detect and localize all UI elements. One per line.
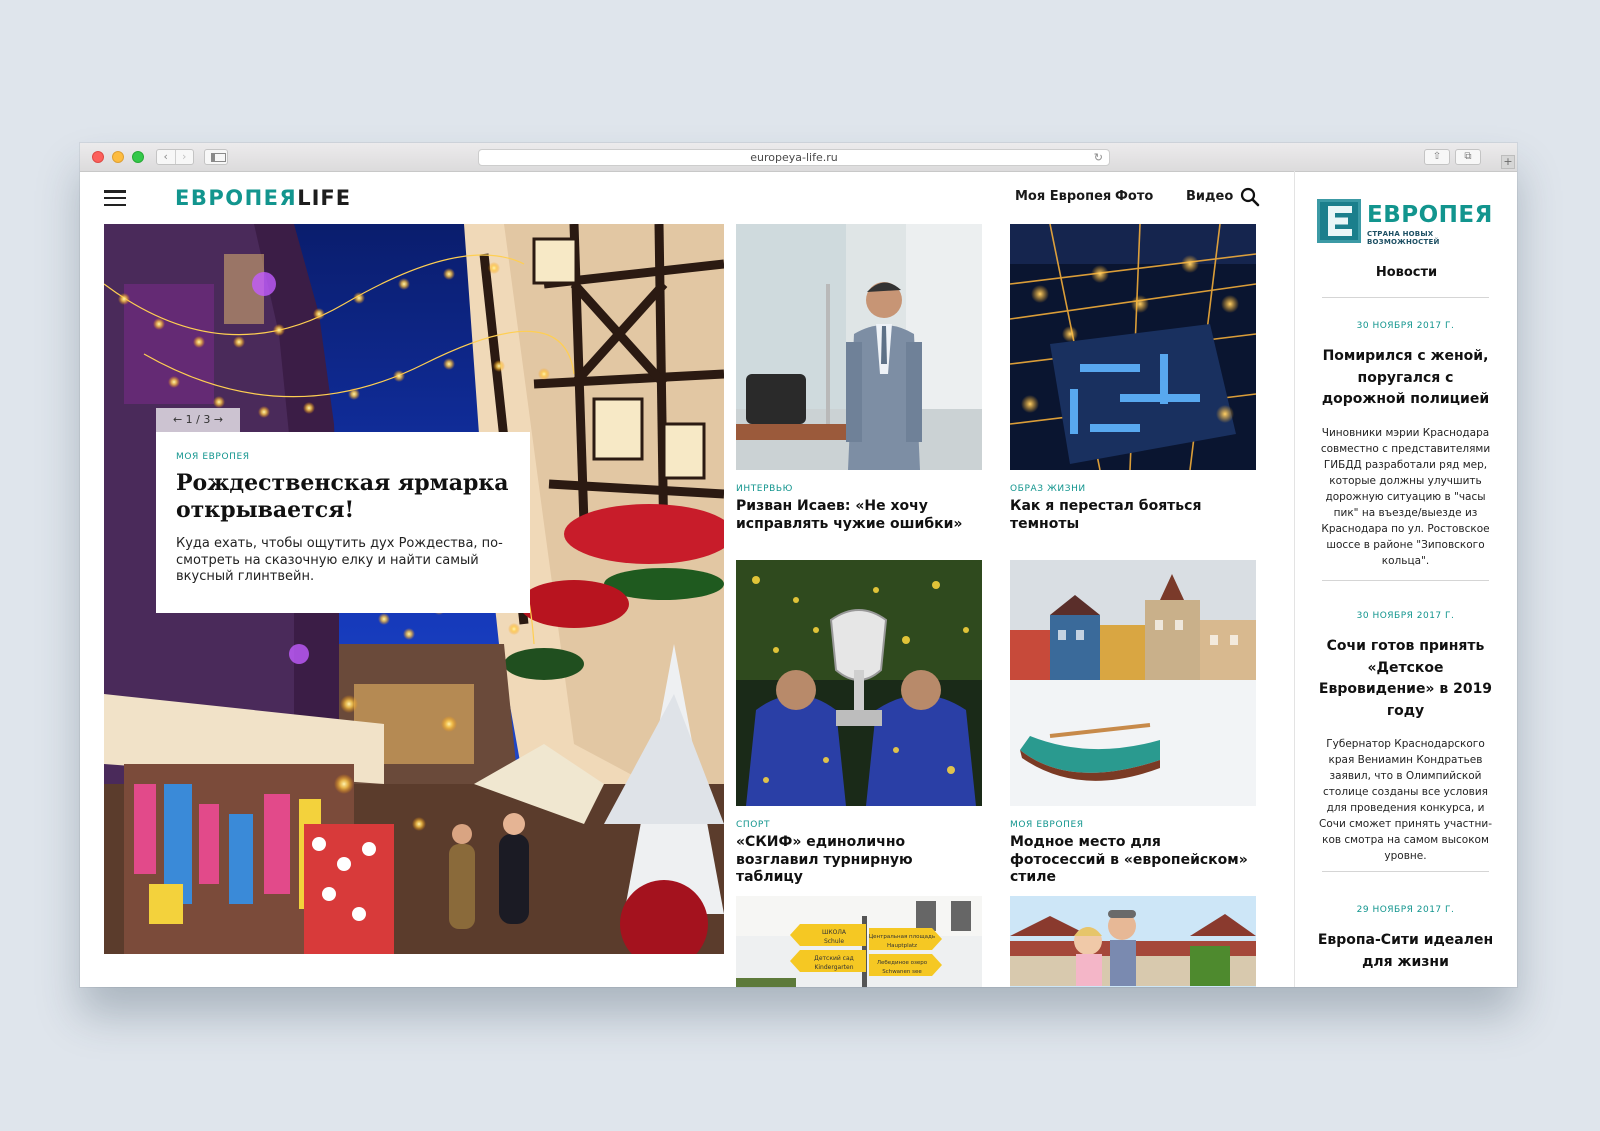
search-icon[interactable] (1240, 187, 1260, 207)
europeya-logo-icon (1317, 199, 1361, 243)
address-bar[interactable]: europeya-life.ru ↻ (478, 149, 1110, 166)
photo-night-aerial-city (1010, 224, 1256, 470)
news-sidebar: ЕВРОПЕЯ СТРАНА НОВЫХ ВОЗМОЖНОСТЕЙ Новост… (1294, 171, 1517, 987)
sign-kindergarten: Детский сад (814, 955, 854, 962)
hero-pager[interactable]: ← 1 / 3 → (156, 408, 240, 432)
hamburger-menu-icon[interactable] (104, 190, 126, 207)
news-title[interactable]: Европа-Сити идеален для жизни (1317, 930, 1494, 973)
article-image[interactable]: ШКОЛА Schule Детский сад Kindergarten Це… (736, 896, 982, 987)
news-item[interactable]: 29 НОЯБРЯ 2017 Г. Европа-Сити идеален дл… (1317, 905, 1494, 987)
article-card[interactable]: ОБРАЗ ЖИЗНИ Как я перестал бояться темно… (1010, 224, 1256, 533)
article-title[interactable]: Ризван Исаев: «Не хочу исправлять чужие … (736, 498, 982, 533)
hero-caption-card[interactable]: МОЯ ЕВРОПЕЯ Рождественская ярмарка откры… (156, 432, 530, 613)
photo-street-signs: ШКОЛА Schule Детский сад Kindergarten Це… (736, 896, 982, 987)
article-title[interactable]: Модное место для фотосессий в «европейск… (1010, 834, 1256, 887)
photo-man-in-suit (736, 224, 982, 470)
hero-feature[interactable]: ← 1 / 3 → МОЯ ЕВРОПЕЯ Рождественская ярм… (104, 224, 724, 954)
article-title[interactable]: Как я перестал бояться темноты (1010, 498, 1256, 533)
europeya-brand-logo[interactable]: ЕВРОПЕЯ СТРАНА НОВЫХ ВОЗМОЖНОСТЕЙ (1317, 199, 1492, 246)
article-image[interactable] (1010, 224, 1256, 470)
news-item[interactable]: 30 НОЯБРЯ 2017 Г. Сочи готов принять «Де… (1317, 611, 1494, 864)
article-card[interactable]: ШКОЛА Schule Детский сад Kindergarten Це… (736, 896, 982, 987)
site-logo[interactable]: ЕВРОПЕЯLIFE (175, 183, 351, 213)
article-image[interactable] (1010, 560, 1256, 806)
nav-link-video[interactable]: Видео (1186, 189, 1233, 204)
brand-tagline: СТРАНА НОВЫХ ВОЗМОЖНОСТЕЙ (1367, 230, 1440, 246)
nav-link-moya-evropeya[interactable]: Моя Европея (1015, 189, 1111, 204)
brand-name: ЕВРОПЕЯ (1367, 202, 1493, 228)
hero-category[interactable]: МОЯ ЕВРОПЕЯ (176, 452, 510, 462)
sidebar-toggle-icon[interactable] (204, 149, 228, 165)
news-divider (1322, 580, 1489, 581)
article-title[interactable]: «СКИФ» единолично возглавил турнирную та… (736, 834, 982, 887)
close-window-button[interactable] (92, 151, 104, 163)
site-logo-part2: LIFE (297, 186, 352, 210)
news-date: 29 НОЯБРЯ 2017 Г. (1356, 905, 1455, 915)
sign-school-de: Schule (824, 938, 844, 945)
news-date: 30 НОЯБРЯ 2017 Г. (1356, 611, 1455, 621)
news-date: 30 НОЯБРЯ 2017 Г. (1356, 321, 1455, 331)
minimize-window-button[interactable] (112, 151, 124, 163)
article-image[interactable] (736, 560, 982, 806)
sign-swan-lake: Лебединое озеро (877, 960, 928, 966)
sign-swan-lake-de: Schwanen see (882, 969, 922, 975)
hero-lead: Куда ехать, чтобы ощутить дух Рождества,… (176, 536, 503, 584)
photo-football-trophy (736, 560, 982, 806)
news-divider (1322, 297, 1489, 298)
news-item[interactable]: 30 НОЯБРЯ 2017 Г. Помирился с женой, пор… (1317, 321, 1494, 569)
back-button[interactable]: ‹ (157, 150, 175, 164)
share-button[interactable]: ⇧ (1424, 149, 1450, 165)
news-title[interactable]: Сочи готов принять «Детское Евровидение»… (1317, 636, 1494, 722)
article-card[interactable]: СПОРТ «СКИФ» единолично возглавил турнир… (736, 560, 982, 887)
address-bar-url: europeya-life.ru (750, 151, 838, 164)
site-logo-part1: ЕВРОПЕЯ (175, 186, 298, 210)
news-divider (1322, 871, 1489, 872)
news-title[interactable]: Помирился с женой, поругался с дорожной … (1317, 346, 1494, 411)
news-heading[interactable]: Новости (1295, 265, 1517, 280)
history-navigation: ‹ › (156, 149, 194, 165)
article-category[interactable]: СПОРТ (736, 820, 982, 830)
browser-window: ‹ › europeya-life.ru ↻ ⇧ ⧉ + ЕВРОПЕЯLIFE… (80, 143, 1517, 987)
article-image[interactable] (1010, 896, 1256, 987)
article-card[interactable] (1010, 896, 1256, 987)
news-text: Чиновники мэрии Краснодара совместно с п… (1320, 426, 1491, 567)
article-card[interactable]: МОЯ ЕВРОПЕЯ Модное место для фотосессий … (1010, 560, 1256, 887)
article-category[interactable]: ИНТЕРВЬЮ (736, 484, 982, 494)
article-image[interactable] (736, 224, 982, 470)
photo-winter-boat-houses (1010, 560, 1256, 806)
sign-school: ШКОЛА (822, 929, 847, 936)
tab-overview-button[interactable]: ⧉ (1455, 149, 1481, 165)
reload-icon[interactable]: ↻ (1094, 150, 1103, 165)
sign-central-square: Центральная площадь (869, 934, 935, 940)
forward-button[interactable]: › (174, 150, 194, 164)
sign-central-square-de: Hauptplatz (887, 943, 917, 949)
browser-toolbar: ‹ › europeya-life.ru ↻ ⇧ ⧉ + (80, 143, 1517, 172)
hero-title[interactable]: Рождественская ярмарка открывается! (176, 470, 510, 524)
article-category[interactable]: ОБРАЗ ЖИЗНИ (1010, 484, 1256, 494)
zoom-window-button[interactable] (132, 151, 144, 163)
sign-kindergarten-de: Kindergarten (814, 964, 853, 971)
new-tab-button[interactable]: + (1501, 155, 1515, 169)
news-text: Губернатор Краснодарского края Вениамин … (1318, 738, 1492, 862)
nav-link-foto[interactable]: Фото (1115, 189, 1153, 204)
article-card[interactable]: ИНТЕРВЬЮ Ризван Исаев: «Не хочу исправля… (736, 224, 982, 533)
article-category[interactable]: МОЯ ЕВРОПЕЯ (1010, 820, 1256, 830)
photo-children (1010, 896, 1256, 987)
